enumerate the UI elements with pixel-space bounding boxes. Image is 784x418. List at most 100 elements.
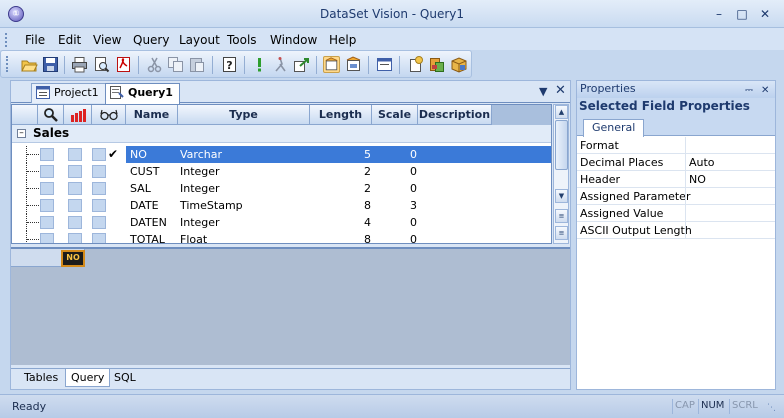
cell-type[interactable]: TimeStamp [180,197,243,214]
table-row[interactable]: DATEN Integer 4 0 [12,214,551,231]
table-row[interactable]: TOTAL Float 8 0 [12,231,551,243]
property-row[interactable]: Format [577,137,775,154]
property-value[interactable] [685,188,775,205]
aggregate-checkbox[interactable] [68,199,82,212]
print-preview-icon[interactable] [93,56,110,73]
property-row[interactable]: Assigned Parameter [577,188,775,205]
filter-checkbox[interactable] [40,199,54,212]
pin-icon[interactable]: ⎓ [745,83,753,99]
menu-grip[interactable] [5,33,8,47]
cell-length[interactable]: 4 [364,214,371,231]
header-type[interactable]: Type [178,105,310,125]
group-row-sales[interactable]: – Sales [12,125,551,143]
header-name[interactable]: Name [126,105,178,125]
visible-checkbox[interactable] [92,148,106,161]
menu-tools[interactable]: Tools [227,33,257,47]
close-button[interactable]: ✕ [756,6,774,22]
export-pdf-icon[interactable] [115,56,132,73]
cell-name[interactable]: DATEN [130,214,167,231]
cell-name[interactable]: SAL [130,180,151,197]
property-row[interactable]: ASCII Output Length [577,222,775,239]
aggregate-checkbox[interactable] [68,182,82,195]
new-icon[interactable] [407,56,424,73]
header-filter[interactable] [38,105,64,125]
layout-icon[interactable] [323,56,340,73]
header-visible[interactable] [92,105,126,125]
menu-view[interactable]: View [93,33,121,47]
visible-checkbox[interactable] [92,182,106,195]
toolbar-grip[interactable] [6,56,9,72]
cell-type[interactable]: Integer [180,214,220,231]
collapse-icon[interactable]: – [17,129,26,138]
property-value[interactable] [685,222,775,239]
help-icon[interactable]: ? [221,56,238,73]
print-icon[interactable] [71,56,88,73]
visible-checkbox[interactable] [92,199,106,212]
stop-icon[interactable] [272,56,289,73]
cell-type[interactable]: Varchar [180,146,222,163]
database-icon[interactable] [428,56,445,73]
cell-length[interactable]: 8 [364,197,371,214]
cell-name[interactable]: CUST [130,163,159,180]
cell-scale[interactable]: 3 [410,197,417,214]
cell-length[interactable]: 8 [364,231,371,243]
maximize-button[interactable]: □ [733,6,751,22]
close-panel-icon[interactable]: ✕ [761,83,769,99]
cell-name[interactable]: TOTAL [130,231,165,243]
aggregate-checkbox[interactable] [68,233,82,243]
cell-scale[interactable]: 0 [410,163,417,180]
property-value[interactable]: NO [685,171,775,188]
header-aggregate[interactable] [64,105,92,125]
tab-dropdown-icon[interactable]: ▼ [539,85,547,98]
cell-length[interactable]: 2 [364,180,371,197]
scroll-page-down-button[interactable]: ≡ [555,226,568,240]
menu-help[interactable]: Help [329,33,356,47]
window-icon[interactable] [376,56,393,73]
property-row[interactable]: Header NO [577,171,775,188]
save-icon[interactable] [42,56,59,73]
tab-query1[interactable]: Query1 [105,83,180,104]
table-row[interactable]: SAL Integer 2 0 [12,180,551,197]
cell-length[interactable]: 2 [364,163,371,180]
table-row[interactable]: DATE TimeStamp 8 3 [12,197,551,214]
tab-general[interactable]: General [583,119,645,137]
property-value[interactable] [685,137,775,154]
tab-sql[interactable]: SQL [109,369,141,387]
cell-type[interactable]: Float [180,231,207,243]
tab-query[interactable]: Query [65,369,111,387]
filter-checkbox[interactable] [40,165,54,178]
menu-file[interactable]: File [25,33,45,47]
cell-scale[interactable]: 0 [410,180,417,197]
scroll-page-up-button[interactable]: ≡ [555,209,568,223]
visible-checkbox[interactable] [92,216,106,229]
menu-query[interactable]: Query [133,33,169,47]
cell-type[interactable]: Integer [180,163,220,180]
tab-tables[interactable]: Tables [19,369,63,387]
property-value[interactable]: Auto [685,154,775,171]
cell-length[interactable]: 5 [364,146,371,163]
cell-type[interactable]: Integer [180,180,220,197]
cell-name[interactable]: NO [130,146,147,163]
filter-checkbox[interactable] [40,216,54,229]
header-length[interactable]: Length [310,105,372,125]
cell-name[interactable]: DATE [130,197,159,214]
property-row[interactable]: Assigned Value [577,205,775,222]
table-row[interactable]: ✔ NO Varchar 5 0 [12,146,551,163]
paste-icon[interactable] [188,56,205,73]
aggregate-checkbox[interactable] [68,148,82,161]
visible-checkbox[interactable] [92,233,106,243]
export-icon[interactable] [293,56,310,73]
visible-checkbox[interactable] [92,165,106,178]
package-icon[interactable] [450,56,467,73]
filter-checkbox[interactable] [40,233,54,243]
scroll-down-button[interactable]: ▼ [555,189,568,203]
property-value[interactable] [685,205,775,222]
cut-icon[interactable] [146,56,163,73]
filter-checkbox[interactable] [40,148,54,161]
minimize-button[interactable]: – [710,6,728,22]
cell-scale[interactable]: 0 [410,214,417,231]
preview-field-no[interactable]: NO [61,250,85,267]
menu-window[interactable]: Window [270,33,317,47]
menu-layout[interactable]: Layout [179,33,220,47]
properties-icon[interactable] [345,56,362,73]
